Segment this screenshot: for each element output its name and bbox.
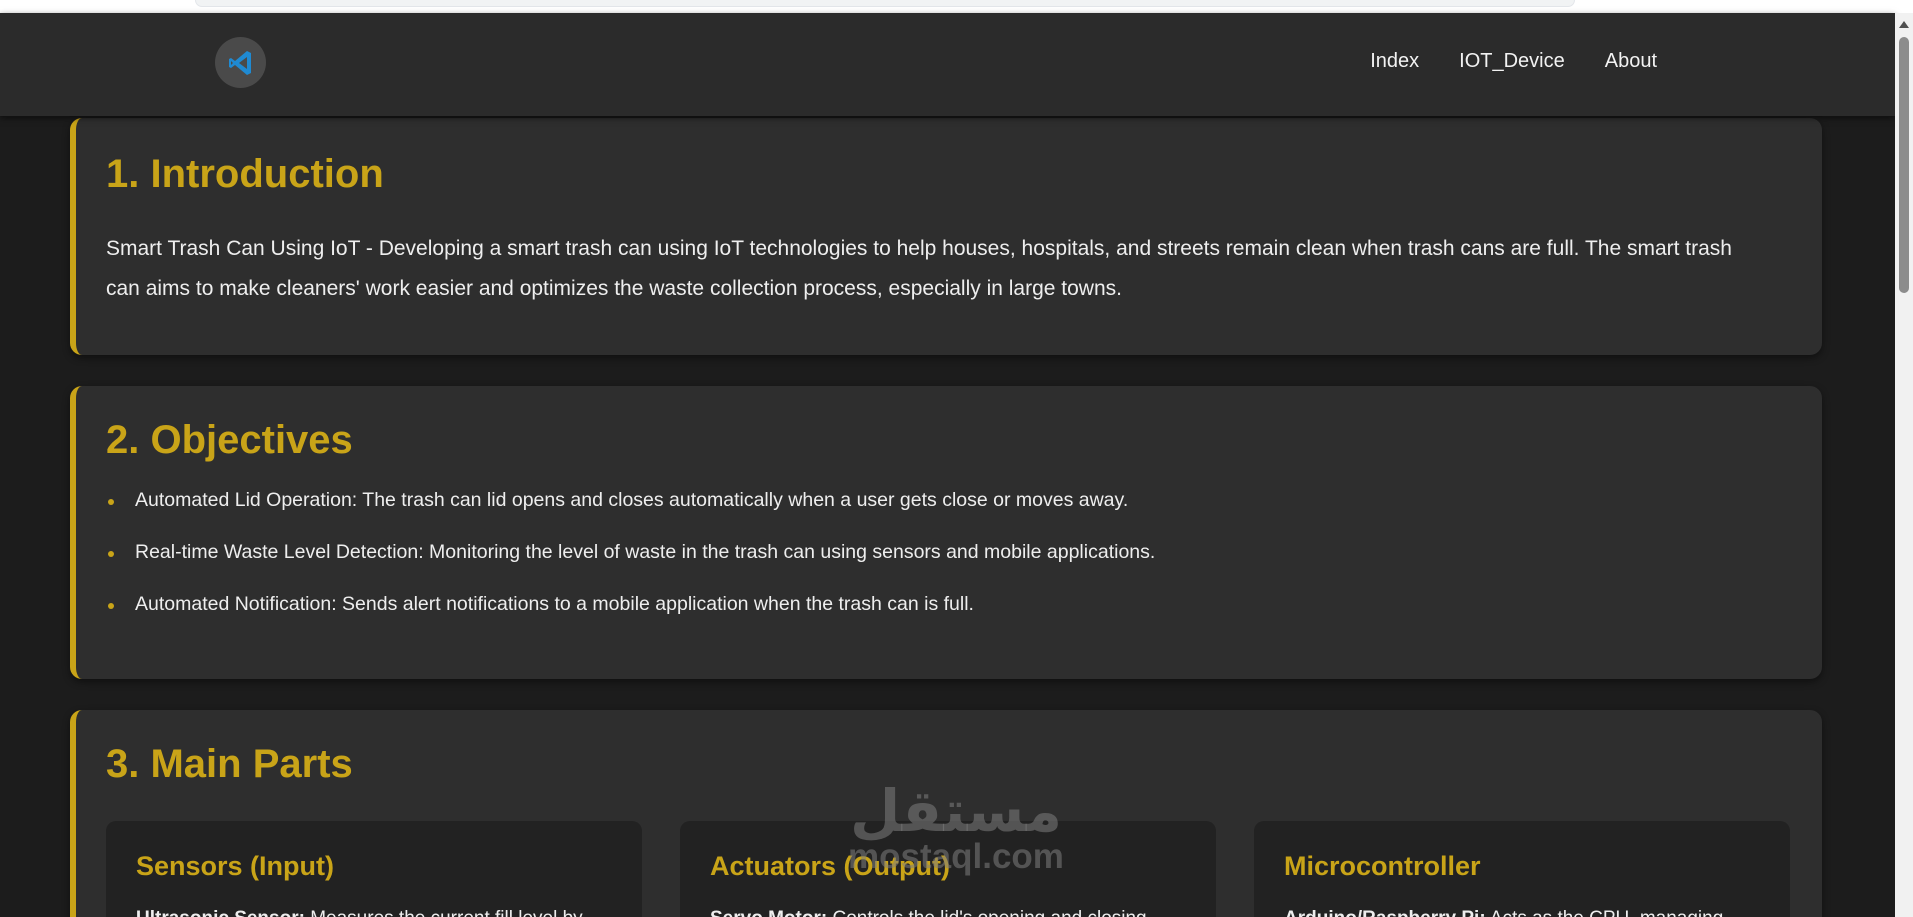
sensors-card-text: Ultrasonic Sensor: Measures the current … (136, 908, 612, 917)
microcontroller-card-term: Arduino/Raspberry Pi: (1284, 908, 1486, 917)
nav-link-index[interactable]: Index (1370, 50, 1419, 73)
sensors-card-title: Sensors (Input) (136, 851, 335, 881)
scroll-up-arrow-icon[interactable] (1899, 21, 1909, 28)
navbar: Index IOT_Device About (0, 13, 1895, 116)
introduction-section: 1. Introduction Smart Trash Can Using Io… (70, 118, 1822, 355)
browser-address-strip (195, 0, 1575, 7)
sensors-card: Sensors (Input) Ultrasonic Sensor: Measu… (106, 821, 642, 917)
sensors-card-term: Ultrasonic Sensor: (136, 908, 305, 917)
objective-item: Real-time Waste Level Detection: Monitor… (106, 540, 1155, 592)
objectives-title: 2. Objectives (106, 418, 353, 462)
microcontroller-card: Microcontroller Arduino/Raspberry Pi: Ac… (1254, 821, 1790, 917)
sensors-card-desc: Measures the current fill level by (305, 908, 582, 917)
microcontroller-card-text: Arduino/Raspberry Pi: Acts as the CPU, m… (1284, 908, 1760, 917)
main-content: 1. Introduction Smart Trash Can Using Io… (0, 116, 1895, 917)
main-parts-section: 3. Main Parts Sensors (Input) Ultrasonic… (70, 710, 1822, 917)
objectives-section: 2. Objectives Automated Lid Operation: T… (70, 386, 1822, 679)
objective-item: Automated Notification: Sends alert noti… (106, 592, 1155, 644)
actuators-card-term: Servo Motor: (710, 908, 827, 917)
objectives-list: Automated Lid Operation: The trash can l… (106, 488, 1155, 644)
page-scrollbar[interactable] (1895, 13, 1913, 917)
nav-link-about[interactable]: About (1605, 50, 1657, 73)
microcontroller-card-desc: Acts as the CPU, managing (1486, 908, 1723, 917)
actuators-card-desc: Controls the lid's opening and closing (827, 908, 1146, 917)
microcontroller-card-title: Microcontroller (1284, 851, 1481, 881)
introduction-text: Smart Trash Can Using IoT - Developing a… (106, 237, 1732, 300)
introduction-title: 1. Introduction (106, 152, 384, 196)
nav-link-iot-device[interactable]: IOT_Device (1459, 50, 1565, 73)
actuators-card-title: Actuators (Output) (710, 851, 950, 881)
actuators-card: Actuators (Output) Servo Motor: Controls… (680, 821, 1216, 917)
browser-top-bar (0, 0, 1913, 13)
actuators-card-text: Servo Motor: Controls the lid's opening … (710, 908, 1186, 917)
nav-links: Index IOT_Device About (1370, 50, 1657, 73)
scrollbar-thumb[interactable] (1899, 37, 1909, 293)
vscode-logo-icon[interactable] (215, 37, 266, 88)
objective-item: Automated Lid Operation: The trash can l… (106, 488, 1155, 540)
main-parts-title: 3. Main Parts (106, 742, 353, 786)
